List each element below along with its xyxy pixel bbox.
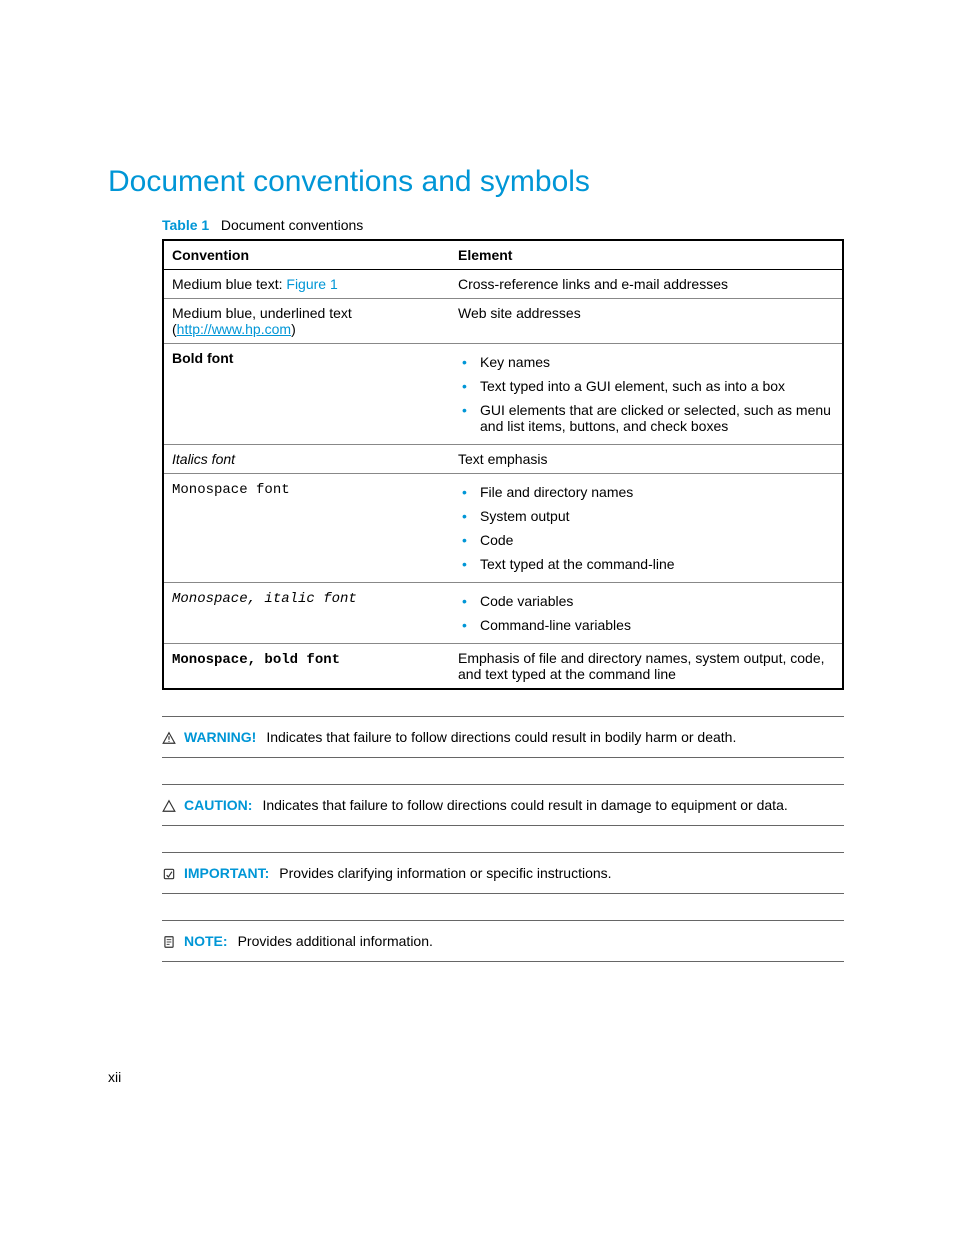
table-caption-text: Document conventions [221, 217, 363, 233]
cell-element: File and directory names System output C… [450, 474, 843, 583]
col-header-convention: Convention [163, 240, 450, 270]
cell-convention: Bold font [163, 344, 450, 445]
cell-element: Emphasis of file and directory names, sy… [450, 644, 843, 690]
table-label: Table 1 [162, 217, 209, 233]
caution-notice: CAUTION: Indicates that failure to follo… [162, 784, 844, 826]
list-item: Command-line variables [476, 613, 834, 637]
cell-element: Code variables Command-line variables [450, 583, 843, 644]
table-row: Monospace font File and directory names … [163, 474, 843, 583]
paren-close: ) [291, 321, 296, 337]
table-row: Monospace, italic font Code variables Co… [163, 583, 843, 644]
list-item: System output [476, 504, 834, 528]
warning-label: WARNING! [184, 729, 256, 745]
important-icon [162, 867, 178, 881]
list-item: Code [476, 528, 834, 552]
cell-convention: Italics font [163, 445, 450, 474]
url-link[interactable]: http://www.hp.com [177, 321, 291, 337]
text-static: Medium blue, underlined text [172, 305, 352, 321]
note-text: Provides additional information. [238, 933, 433, 949]
cell-convention: Monospace font [163, 474, 450, 583]
table-row: Monospace, bold font Emphasis of file an… [163, 644, 843, 690]
divider [162, 784, 844, 785]
cross-ref-link[interactable]: Figure 1 [286, 276, 337, 292]
cell-element: Text emphasis [450, 445, 843, 474]
list-item: Text typed into a GUI element, such as i… [476, 374, 834, 398]
italic-font-sample: Italics font [172, 451, 235, 467]
caution-label: CAUTION: [184, 797, 252, 813]
divider [162, 961, 844, 962]
divider [162, 757, 844, 758]
list-item: File and directory names [476, 480, 834, 504]
important-label: IMPORTANT: [184, 865, 269, 881]
important-text: Provides clarifying information or speci… [279, 865, 611, 881]
mono-font-sample: Monospace font [172, 482, 290, 498]
cell-convention: Medium blue, underlined text (http://www… [163, 299, 450, 344]
cell-element: Web site addresses [450, 299, 843, 344]
divider [162, 893, 844, 894]
caution-icon [162, 799, 178, 813]
col-header-element: Element [450, 240, 843, 270]
warning-text: Indicates that failure to follow directi… [266, 729, 736, 745]
text-static: Medium blue text: [172, 276, 286, 292]
table-row: Italics font Text emphasis [163, 445, 843, 474]
list-item: GUI elements that are clicked or selecte… [476, 398, 834, 438]
conventions-table: Convention Element Medium blue text: Fig… [162, 239, 844, 690]
cell-convention: Monospace, bold font [163, 644, 450, 690]
cell-convention: Medium blue text: Figure 1 [163, 270, 450, 299]
divider [162, 716, 844, 717]
warning-icon [162, 731, 178, 745]
page-number: xii [108, 1069, 121, 1085]
caution-text: Indicates that failure to follow directi… [262, 797, 787, 813]
cell-element: Cross-reference links and e-mail address… [450, 270, 843, 299]
cell-convention: Monospace, italic font [163, 583, 450, 644]
note-notice: NOTE: Provides additional information. [162, 920, 844, 962]
page-title: Document conventions and symbols [108, 165, 846, 199]
table-row: Bold font Key names Text typed into a GU… [163, 344, 843, 445]
cell-element: Key names Text typed into a GUI element,… [450, 344, 843, 445]
mono-bold-font-sample: Monospace, bold font [172, 652, 340, 668]
note-icon [162, 935, 178, 949]
table-row: Medium blue text: Figure 1 Cross-referen… [163, 270, 843, 299]
table-caption: Table 1 Document conventions [162, 217, 846, 233]
note-label: NOTE: [184, 933, 228, 949]
list-item: Key names [476, 350, 834, 374]
bold-font-sample: Bold font [172, 350, 233, 366]
important-notice: IMPORTANT: Provides clarifying informati… [162, 852, 844, 894]
table-row: Medium blue, underlined text (http://www… [163, 299, 843, 344]
divider [162, 852, 844, 853]
warning-notice: WARNING! Indicates that failure to follo… [162, 716, 844, 758]
divider [162, 920, 844, 921]
divider [162, 825, 844, 826]
mono-italic-font-sample: Monospace, italic font [172, 591, 357, 607]
list-item: Text typed at the command-line [476, 552, 834, 576]
list-item: Code variables [476, 589, 834, 613]
